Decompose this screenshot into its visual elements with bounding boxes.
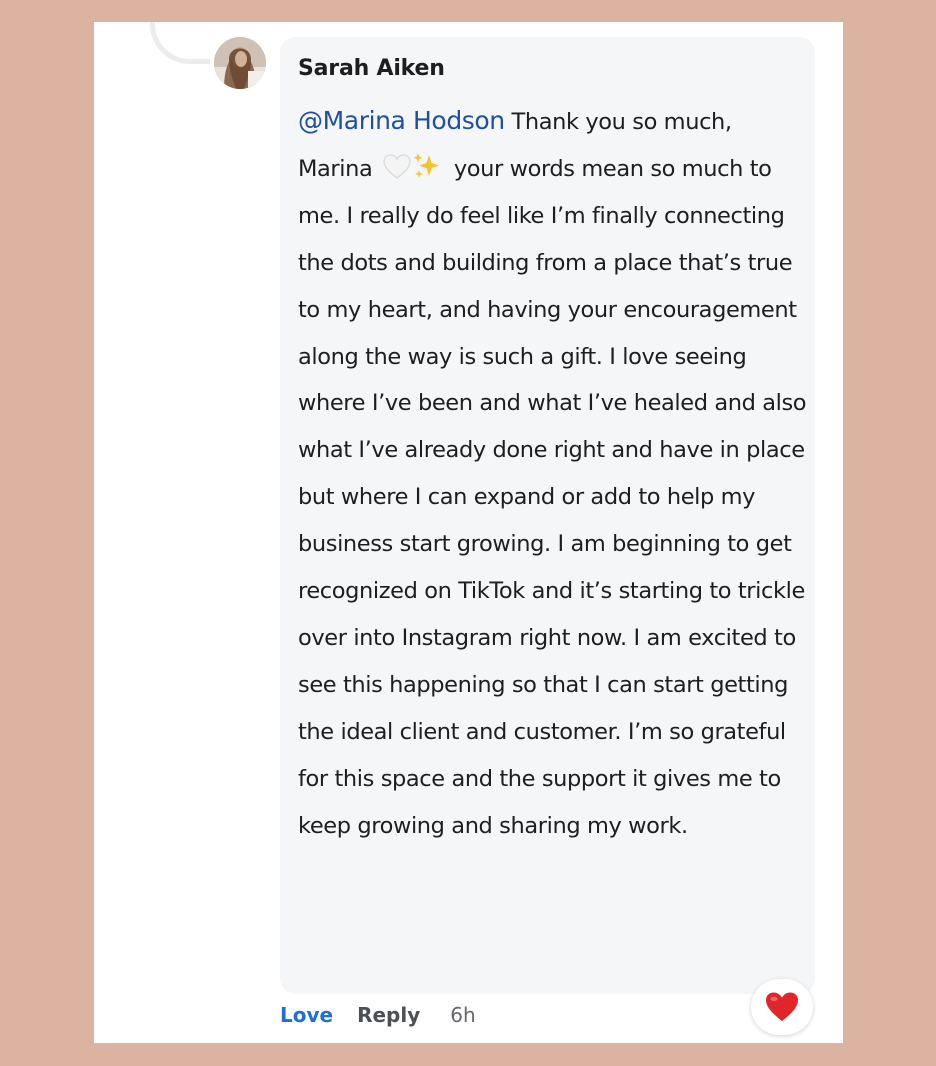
love-button[interactable]: Love [280, 1003, 333, 1027]
author-name[interactable]: Sarah Aiken [298, 56, 445, 81]
timestamp[interactable]: 6h [450, 1003, 475, 1027]
mention-link[interactable]: @Marina Hodson [298, 106, 505, 135]
white-heart-icon [383, 150, 411, 179]
red-heart-icon [766, 992, 798, 1021]
avatar-image [214, 37, 266, 89]
avatar[interactable] [214, 37, 266, 89]
comment-actions: Love Reply 6h [280, 1000, 476, 1030]
comment-text: @Marina Hodson Thank you so much, Marina… [298, 98, 808, 850]
reply-button[interactable]: Reply [357, 1003, 420, 1027]
sparkles-icon [411, 151, 443, 181]
reaction-badge[interactable] [751, 979, 813, 1035]
comment-text-part2: your words mean so much to me. I really … [298, 155, 807, 839]
